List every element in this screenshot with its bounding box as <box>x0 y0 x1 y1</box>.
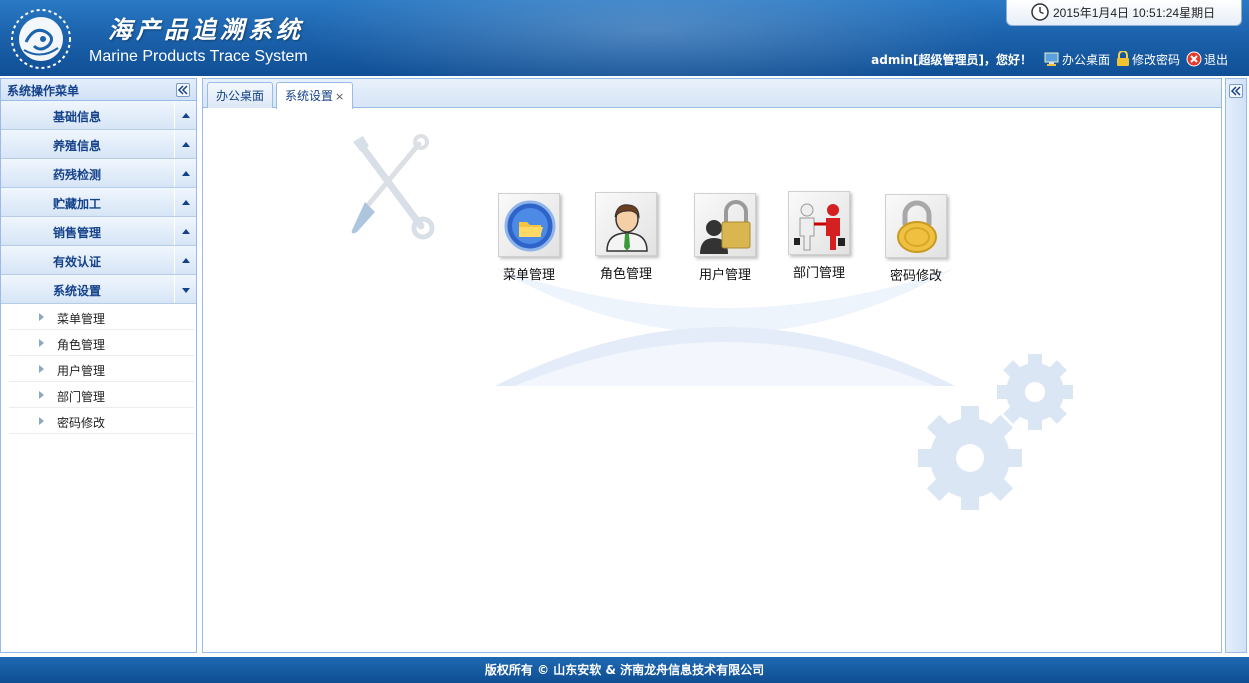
desktop-link[interactable]: 办公桌面 <box>1044 51 1110 68</box>
subitem-label: 菜单管理 <box>57 312 106 326</box>
main-panel: 办公桌面 系统设置 × 菜单管理 角色管理 用户管理 部门管理 密码修改 <box>202 78 1222 653</box>
tile-menu-management[interactable]: 菜单管理 <box>489 193 569 283</box>
tile-icon-box <box>595 192 657 256</box>
menu-label: 药残检测 <box>53 168 102 182</box>
folder-globe-icon <box>504 200 556 252</box>
change-password-label: 修改密码 <box>1131 52 1180 67</box>
chevron-up-icon <box>174 130 196 158</box>
lock-icon <box>1116 51 1129 66</box>
bullet-icon <box>39 391 44 399</box>
header: 海产品追溯系统 Marine Products Trace System 201… <box>0 0 1249 76</box>
chevron-up-icon <box>174 246 196 274</box>
bullet-icon <box>39 313 44 321</box>
content-area: 菜单管理 角色管理 用户管理 部门管理 密码修改 <box>203 108 1221 652</box>
tile-label: 菜单管理 <box>502 268 555 283</box>
menu-label: 养殖信息 <box>53 139 102 153</box>
tile-label: 用户管理 <box>698 268 751 283</box>
tile-department-management[interactable]: 部门管理 <box>779 191 859 281</box>
subitem-menu-management[interactable]: 菜单管理 <box>9 304 194 330</box>
tab-bar: 办公桌面 系统设置 × <box>203 79 1221 109</box>
tile-password-change[interactable]: 密码修改 <box>876 194 956 284</box>
tab-desktop[interactable]: 办公桌面 <box>207 82 274 108</box>
menu-basic-info[interactable]: 基础信息 <box>1 101 196 130</box>
app-window: 海产品追溯系统 Marine Products Trace System 201… <box>0 0 1249 683</box>
exit-link[interactable]: 退出 <box>1186 51 1228 68</box>
menu-label: 有效认证 <box>53 255 102 269</box>
chevron-up-icon <box>174 159 196 187</box>
user-bar: admin[超级管理员]，您好！ 办公桌面 修改密码 退出 <box>871 50 1228 68</box>
tab-system-settings[interactable]: 系统设置 × <box>276 82 354 109</box>
tab-close-icon[interactable]: × <box>335 90 344 103</box>
exit-label: 退出 <box>1203 52 1228 67</box>
menu-system-settings[interactable]: 系统设置 <box>1 275 196 304</box>
sidebar-collapse-button[interactable] <box>176 83 190 97</box>
right-panel <box>1225 78 1247 653</box>
right-panel-expand-button[interactable] <box>1229 84 1243 98</box>
subitem-department-management[interactable]: 部门管理 <box>9 382 194 408</box>
chevron-down-icon <box>174 275 196 303</box>
bullet-icon <box>39 417 44 425</box>
datetime-text: 2015年1月4日 10:51:24星期日 <box>1053 6 1216 20</box>
gears-decoration-icon <box>918 354 1073 510</box>
tile-label: 部门管理 <box>792 266 845 281</box>
clock-icon <box>1031 3 1049 21</box>
user-avatar-icon <box>606 204 648 252</box>
double-chevron-left-icon <box>177 85 188 95</box>
footer: 版权所有 © 山东安软 & 济南龙舟信息技术有限公司 <box>0 657 1249 683</box>
app-title-cn: 海产品追溯系统 <box>108 15 304 44</box>
change-password-link[interactable]: 修改密码 <box>1116 51 1180 68</box>
tile-icon-box <box>885 194 947 258</box>
desktop-icon <box>1044 52 1059 66</box>
bullet-icon <box>39 365 44 373</box>
chevron-up-icon <box>174 188 196 216</box>
subitem-label: 密码修改 <box>57 416 106 430</box>
subitem-label: 部门管理 <box>57 390 106 404</box>
tile-label: 角色管理 <box>599 267 652 282</box>
tab-label: 办公桌面 <box>216 89 265 103</box>
bullet-icon <box>39 339 44 347</box>
menu-sales-management[interactable]: 销售管理 <box>1 217 196 246</box>
subitem-label: 用户管理 <box>57 364 106 378</box>
subitem-role-management[interactable]: 角色管理 <box>9 330 194 356</box>
tile-label: 密码修改 <box>889 269 942 284</box>
sidebar-title: 系统操作菜单 <box>7 84 80 98</box>
logo-icon <box>11 9 71 69</box>
menu-residue-test[interactable]: 药残检测 <box>1 159 196 188</box>
tile-role-management[interactable]: 角色管理 <box>586 192 666 282</box>
menu-label: 系统设置 <box>53 284 102 298</box>
app-title-en: Marine Products Trace System <box>89 48 308 65</box>
menu-label: 基础信息 <box>53 110 102 124</box>
datetime-box: 2015年1月4日 10:51:24星期日 <box>1006 0 1242 26</box>
tab-label: 系统设置 <box>285 89 334 103</box>
tile-icon-box <box>694 193 756 257</box>
sidebar-header: 系统操作菜单 <box>1 79 196 101</box>
exit-icon <box>1186 51 1202 67</box>
subitem-password-change[interactable]: 密码修改 <box>9 408 194 434</box>
menu-label: 贮藏加工 <box>53 197 102 211</box>
desktop-link-label: 办公桌面 <box>1061 52 1110 67</box>
menu-certification[interactable]: 有效认证 <box>1 246 196 275</box>
subitem-user-management[interactable]: 用户管理 <box>9 356 194 382</box>
user-greeting: admin[超级管理员]，您好！ <box>871 52 1032 67</box>
user-lock-icon <box>700 200 751 254</box>
handshake-icon <box>794 203 845 251</box>
menu-storage-processing[interactable]: 贮藏加工 <box>1 188 196 217</box>
tools-decoration-icon <box>351 134 435 240</box>
tile-user-management[interactable]: 用户管理 <box>685 193 765 283</box>
tile-icon-box <box>788 191 850 255</box>
chevron-up-icon <box>174 101 196 129</box>
sidebar: 系统操作菜单 基础信息 养殖信息 药残检测 贮藏加工 销售管理 有效认证 系统设… <box>0 78 197 653</box>
menu-label: 销售管理 <box>53 226 102 240</box>
menu-breeding-info[interactable]: 养殖信息 <box>1 130 196 159</box>
double-chevron-left-icon <box>1230 86 1241 96</box>
gold-lock-icon <box>897 200 937 253</box>
tile-icon-box <box>498 193 560 257</box>
subitem-label: 角色管理 <box>57 338 106 352</box>
chevron-up-icon <box>174 217 196 245</box>
